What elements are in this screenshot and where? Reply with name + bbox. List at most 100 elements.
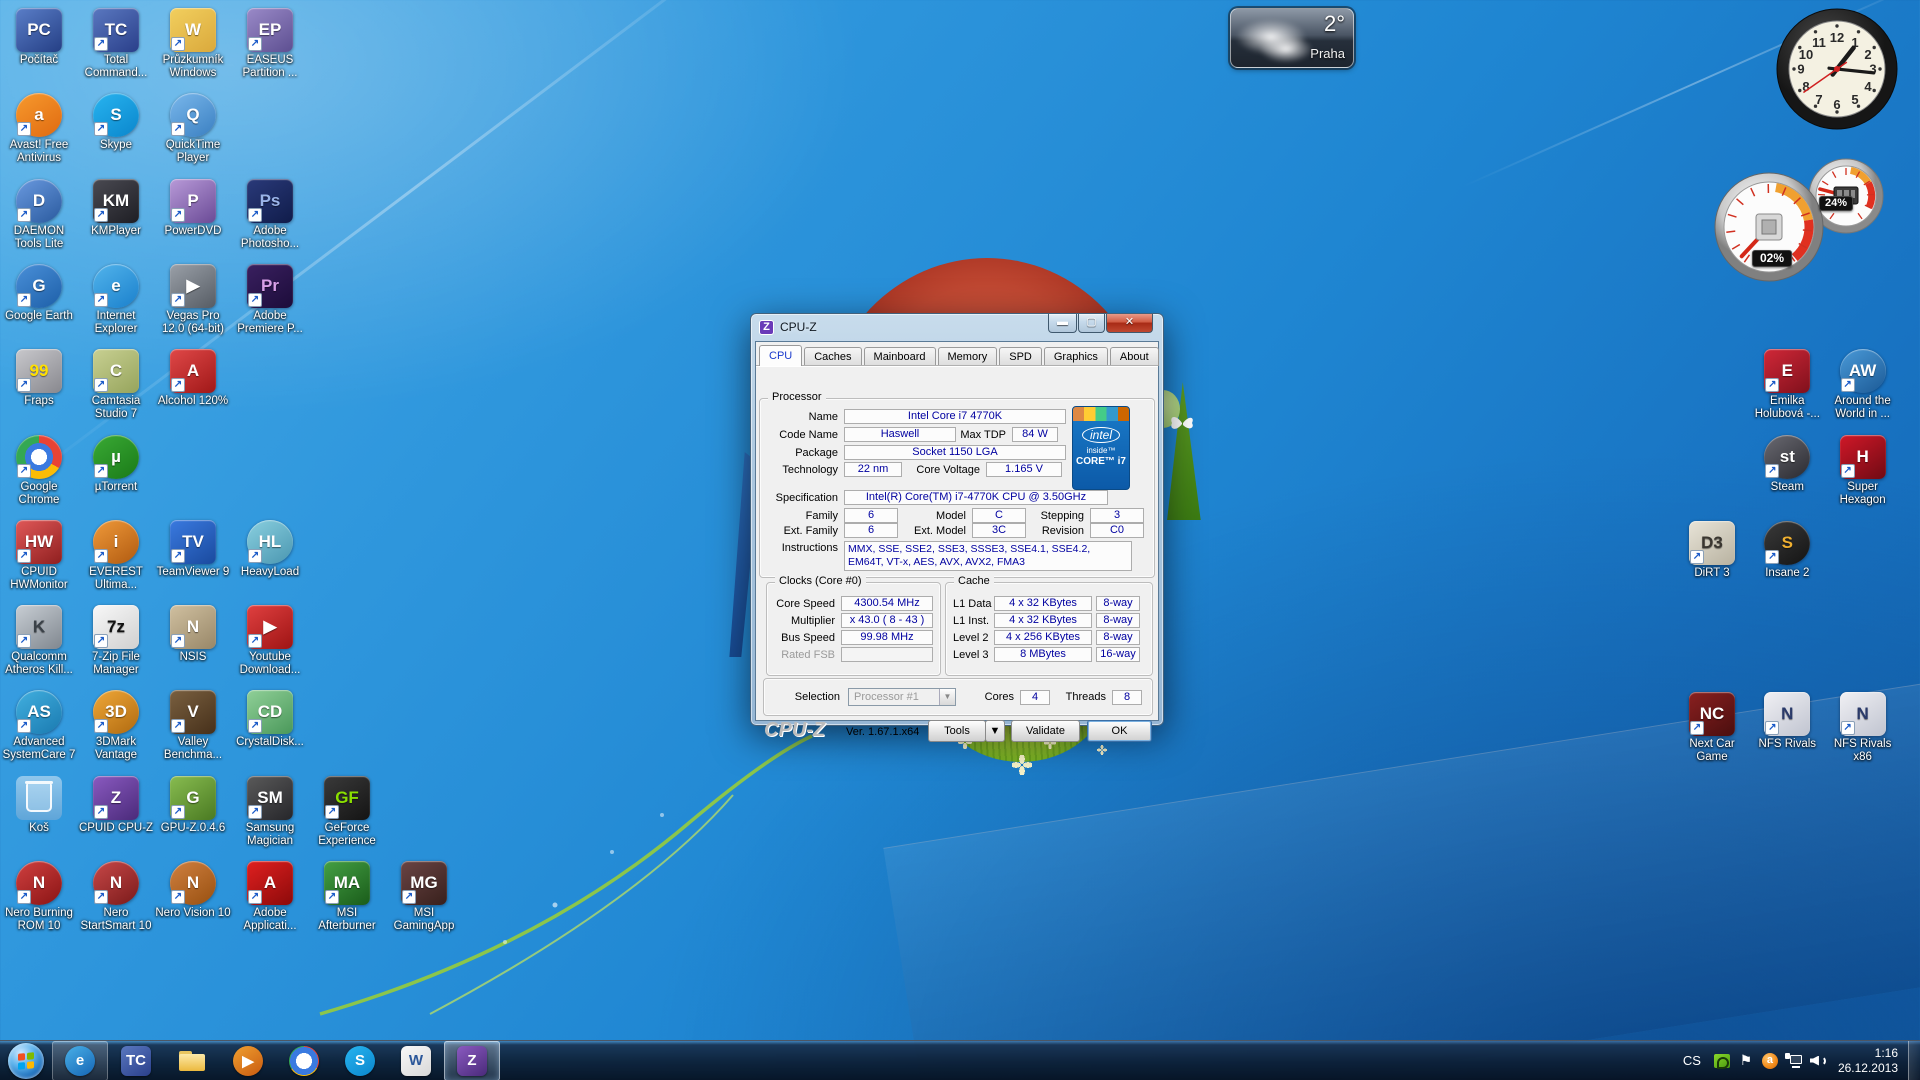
desktop-icon-powerdvd[interactable]: P↗PowerDVD bbox=[155, 179, 231, 238]
desktop-icon-everest-ultima[interactable]: i↗EVEREST Ultima... bbox=[78, 520, 154, 592]
weather-gadget[interactable]: 2° Praha bbox=[1230, 8, 1354, 68]
tab-caches[interactable]: Caches bbox=[804, 347, 861, 366]
icon-label: Total Command... bbox=[78, 54, 154, 80]
desktop-icon-gpu-z-0-4-6[interactable]: G↗GPU-Z.0.4.6 bbox=[155, 776, 231, 835]
desktop-icon-daemon-tools-lite[interactable]: D↗DAEMON Tools Lite bbox=[1, 179, 77, 251]
desktop-icon-nero-vision-10[interactable]: N↗Nero Vision 10 bbox=[155, 861, 231, 920]
desktop-icon-dirt-3[interactable]: D3↗DiRT 3 bbox=[1674, 521, 1750, 580]
validate-button[interactable]: Validate bbox=[1011, 720, 1080, 742]
desktop-icon-around-the-world-in[interactable]: AW↗Around the World in ... bbox=[1825, 349, 1901, 421]
desktop-icon-qualcomm-atheros-kill[interactable]: K↗Qualcomm Atheros Kill... bbox=[1, 605, 77, 677]
intel-core-i7-logo: intel inside™ CORE™ i7 bbox=[1072, 406, 1130, 490]
language-indicator[interactable]: CS bbox=[1674, 1053, 1710, 1068]
desktop-icon-alcohol-120[interactable]: A↗Alcohol 120% bbox=[155, 349, 231, 408]
desktop-icon-avast-free-antivirus[interactable]: a↗Avast! Free Antivirus bbox=[1, 93, 77, 165]
desktop-icon-ko[interactable]: Koš bbox=[1, 776, 77, 835]
desktop-icon-crystaldisk[interactable]: CD↗CrystalDisk... bbox=[232, 690, 308, 749]
desktop-icon-google-earth[interactable]: G↗Google Earth bbox=[1, 264, 77, 323]
desktop-icon-samsung-magician[interactable]: SM↗Samsung Magician bbox=[232, 776, 308, 848]
taskbar-button-microsoft-word[interactable]: W bbox=[388, 1041, 444, 1080]
desktop-icon-cpuid-hwmonitor[interactable]: HW↗CPUID HWMonitor bbox=[1, 520, 77, 592]
desktop-icon-nero-burning-rom-10[interactable]: N↗Nero Burning ROM 10 bbox=[1, 861, 77, 933]
taskbar-buttons: eTC ▶ SWZ bbox=[0, 1041, 500, 1080]
desktop-icon-teamviewer-9[interactable]: TV↗TeamViewer 9 bbox=[155, 520, 231, 579]
desktop-icon-next-car-game[interactable]: NC↗Next Car Game bbox=[1674, 692, 1750, 764]
desktop-icon-vegas-pro-12-0-64-bit[interactable]: ▶↗Vegas Pro 12.0 (64-bit) bbox=[155, 264, 231, 336]
desktop-icon-advanced-systemcare-7[interactable]: AS↗Advanced SystemCare 7 bbox=[1, 690, 77, 762]
taskbar-button-cpu-z[interactable]: Z bbox=[444, 1041, 500, 1080]
taskbar-button-internet-explorer[interactable]: e bbox=[52, 1041, 108, 1080]
minimize-button[interactable]: ▬ bbox=[1048, 314, 1077, 333]
desktop-icon-kmplayer[interactable]: KM↗KMPlayer bbox=[78, 179, 154, 238]
desktop-icon-internet-explorer[interactable]: e↗Internet Explorer bbox=[78, 264, 154, 336]
taskbar-button-google-chrome[interactable] bbox=[276, 1041, 332, 1080]
desktop-icon-adobe-premiere-p[interactable]: Pr↗Adobe Premiere P... bbox=[232, 264, 308, 336]
desktop-icon-nfs-rivals[interactable]: N↗NFS Rivals bbox=[1749, 692, 1825, 751]
desktop-icon-emilka-holubov[interactable]: E↗Emilka Holubová -... bbox=[1749, 349, 1825, 421]
desktop-icon-msi-afterburner[interactable]: MA↗MSI Afterburner bbox=[309, 861, 385, 933]
maximize-button[interactable]: ▢ bbox=[1078, 314, 1105, 333]
close-button[interactable]: ✕ bbox=[1106, 314, 1153, 333]
desktop-icon-msi-gamingapp[interactable]: MG↗MSI GamingApp bbox=[386, 861, 462, 933]
desktop-icon-adobe-photosho[interactable]: Ps↗Adobe Photosho... bbox=[232, 179, 308, 251]
processor-select[interactable]: Processor #1 ▼ bbox=[848, 688, 956, 706]
desktop-icon-total-command[interactable]: TC↗Total Command... bbox=[78, 8, 154, 80]
desktop-icon-google-chrome[interactable]: ↗Google Chrome bbox=[1, 435, 77, 507]
desktop-icon-youtube-download[interactable]: ▶↗Youtube Download... bbox=[232, 605, 308, 677]
taskbar-button-pr-zkumn-k-windows[interactable] bbox=[164, 1041, 220, 1080]
avast-tray-icon[interactable]: a bbox=[1760, 1041, 1780, 1080]
tools-dropdown-button[interactable]: ▼ bbox=[985, 720, 1005, 742]
tab-cpu[interactable]: CPU bbox=[759, 345, 802, 366]
desktop-icon-easeus-partition[interactable]: EP↗EASEUS Partition ... bbox=[232, 8, 308, 80]
desktop-icon-insane-2[interactable]: S↗Insane 2 bbox=[1749, 521, 1825, 580]
taskbar-button-skype[interactable]: S bbox=[332, 1041, 388, 1080]
shortcut-arrow-icon: ↗ bbox=[94, 549, 108, 563]
desktop-icon-fraps[interactable]: 99↗Fraps bbox=[1, 349, 77, 408]
window-footer: CPU-Z Ver. 1.67.1.x64 Tools ▼ Validate O… bbox=[756, 719, 1158, 745]
tab-about[interactable]: About bbox=[1110, 347, 1159, 366]
desktop-icon-7-zip-file-manager[interactable]: 7z↗7-Zip File Manager bbox=[78, 605, 154, 677]
desktop-icon-nsis[interactable]: N↗NSIS bbox=[155, 605, 231, 664]
start-button[interactable] bbox=[0, 1041, 52, 1080]
groupbox-label: Cache bbox=[954, 575, 994, 587]
cpu-meter-gadget[interactable]: 02% 24% bbox=[1706, 148, 1896, 288]
volume-tray-icon[interactable] bbox=[1808, 1041, 1828, 1080]
desktop-icon-heavyload[interactable]: HL↗HeavyLoad bbox=[232, 520, 308, 579]
clock-gadget[interactable]: 12123 4567 891011 bbox=[1774, 6, 1902, 134]
desktop-icon-steam[interactable]: st↗Steam bbox=[1749, 435, 1825, 494]
threads-field: 8 bbox=[1112, 690, 1142, 705]
desktop-icon-quicktime-player[interactable]: Q↗QuickTime Player bbox=[155, 93, 231, 165]
desktop-icon-super-hexagon[interactable]: H↗Super Hexagon bbox=[1825, 435, 1901, 507]
chevron-down-icon: ▼ bbox=[939, 689, 955, 705]
desktop-icon-po-ta[interactable]: PCPočítač bbox=[1, 8, 77, 67]
shortcut-arrow-icon: ↗ bbox=[248, 208, 262, 222]
tab-spd[interactable]: SPD bbox=[999, 347, 1042, 366]
desktop-icon-pr-zkumn-k-windows[interactable]: W↗Průzkumník Windows bbox=[155, 8, 231, 80]
desktop-icon-adobe-applicati[interactable]: A↗Adobe Applicati... bbox=[232, 861, 308, 933]
icon-glyph: E bbox=[1782, 361, 1793, 381]
desktop-icon-3dmark-vantage[interactable]: 3D↗3DMark Vantage bbox=[78, 690, 154, 762]
network-tray-icon[interactable] bbox=[1784, 1041, 1804, 1080]
desktop-icon-nero-startsmart-10[interactable]: N↗Nero StartSmart 10 bbox=[78, 861, 154, 933]
desktop-icon-camtasia-studio-7[interactable]: C↗Camtasia Studio 7 bbox=[78, 349, 154, 421]
icon-glyph: EP bbox=[259, 20, 282, 40]
nvidia-tray-icon[interactable] bbox=[1712, 1041, 1732, 1080]
tab-graphics[interactable]: Graphics bbox=[1044, 347, 1108, 366]
tab-mainboard[interactable]: Mainboard bbox=[864, 347, 936, 366]
tray-clock[interactable]: 1:16 26.12.2013 bbox=[1830, 1046, 1908, 1076]
desktop-icon-nfs-rivals-x86[interactable]: N↗NFS Rivals x86 bbox=[1825, 692, 1901, 764]
taskbar-button-total-commander[interactable]: TC bbox=[108, 1041, 164, 1080]
taskbar-button-windows-media-player[interactable]: ▶ bbox=[220, 1041, 276, 1080]
desktop-icon-cpuid-cpu-z[interactable]: Z↗CPUID CPU-Z bbox=[78, 776, 154, 835]
action-center-flag-icon[interactable]: ⚑ bbox=[1736, 1041, 1756, 1080]
desktop-icon-valley-benchma[interactable]: V↗Valley Benchma... bbox=[155, 690, 231, 762]
title-bar[interactable]: Z CPU-Z ▬ ▢ ✕ bbox=[751, 314, 1163, 341]
show-desktop-button[interactable] bbox=[1908, 1041, 1920, 1080]
desktop-icon-geforce-experience[interactable]: GF↗GeForce Experience bbox=[309, 776, 385, 848]
clocks-groupbox: Clocks (Core #0) Core Speed 4300.54 MHz … bbox=[766, 582, 941, 676]
tab-memory[interactable]: Memory bbox=[938, 347, 998, 366]
desktop-icon-torrent[interactable]: µ↗µTorrent bbox=[78, 435, 154, 494]
tools-button[interactable]: Tools bbox=[928, 720, 986, 742]
ok-button[interactable]: OK bbox=[1087, 720, 1152, 742]
desktop-icon-skype[interactable]: S↗Skype bbox=[78, 93, 154, 152]
